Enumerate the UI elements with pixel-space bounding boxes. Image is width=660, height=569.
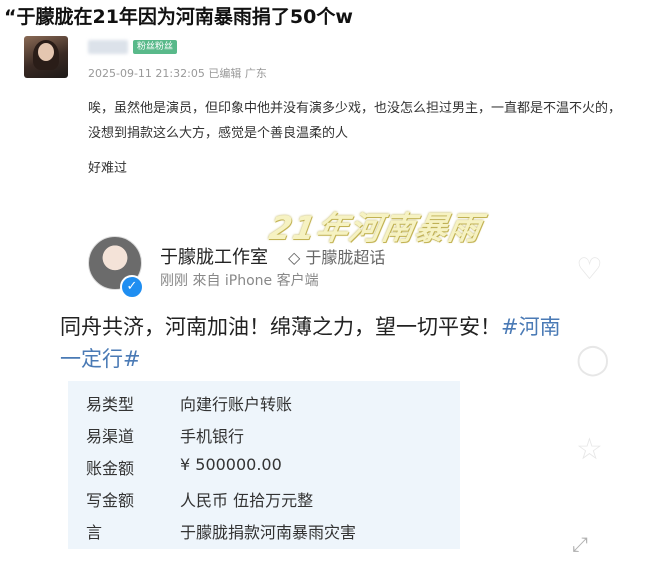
verified-icon: ✓ (120, 275, 144, 299)
username-blurred[interactable] (88, 40, 128, 54)
share-icon[interactable]: ☆ (576, 432, 603, 467)
row-value: 向建行账户转账 (180, 395, 293, 414)
post-meta: 2025-09-11 21:32:05 已编辑 广东 (88, 67, 267, 80)
hashtag-cont[interactable]: 一定行# (60, 347, 141, 371)
row-label: 账金额 (86, 459, 135, 478)
row-value: 于朦胧捐款河南暴雨灾害 (180, 523, 357, 542)
message-line-2: 一定行# (60, 343, 141, 373)
heart-icon[interactable]: ♡ (576, 252, 603, 287)
row-value: 人民币 伍拾万元整 (180, 491, 314, 510)
row-value: 手机银行 (180, 427, 245, 446)
row-label: 易渠道 (86, 427, 135, 446)
comment-icon[interactable]: ◯ (576, 342, 610, 377)
fan-badge: 粉丝粉丝 (133, 40, 178, 54)
hashtag[interactable]: #河南 (501, 315, 561, 339)
table-row: 账金额 ¥ 500000.00 (68, 449, 460, 481)
headline: “于朦胧在21年因为河南暴雨捐了50个w (4, 6, 353, 28)
post-text-2: 好难过 (88, 161, 128, 176)
row-label: 易类型 (86, 395, 135, 414)
table-row: 易渠道 手机银行 (68, 417, 460, 449)
table-row: 易类型 向建行账户转账 (68, 385, 460, 417)
avatar[interactable] (24, 36, 68, 78)
row-value: ¥ 500000.00 (180, 455, 282, 474)
table-row: 写金额 人民币 伍拾万元整 (68, 481, 460, 513)
message-line-1: 同舟共济，河南加油！绵薄之力，望一切平安！#河南 (60, 311, 561, 341)
row-label: 写金额 (86, 491, 135, 510)
overlay-title: 21年河南暴雨 (266, 209, 485, 247)
row-label: 言 (86, 523, 103, 542)
post-text: 唉，虽然他是演员，但印象中他并没有演多少戏，也没怎么担过男主，一直都是不温不火的… (88, 101, 622, 141)
table-row: 言 于朦胧捐款河南暴雨灾害 (68, 513, 460, 545)
message-text: 同舟共济，河南加油！绵薄之力，望一切平安！ (60, 315, 501, 339)
account-name[interactable]: 于朦胧工作室 (160, 243, 268, 269)
transfer-table: 易类型 向建行账户转账 易渠道 手机银行 账金额 ¥ 500000.00 写金额… (68, 381, 460, 549)
post-source: 刚刚 來自 iPhone 客户端 (160, 273, 319, 289)
expand-icon[interactable]: ⤢ (572, 532, 588, 556)
